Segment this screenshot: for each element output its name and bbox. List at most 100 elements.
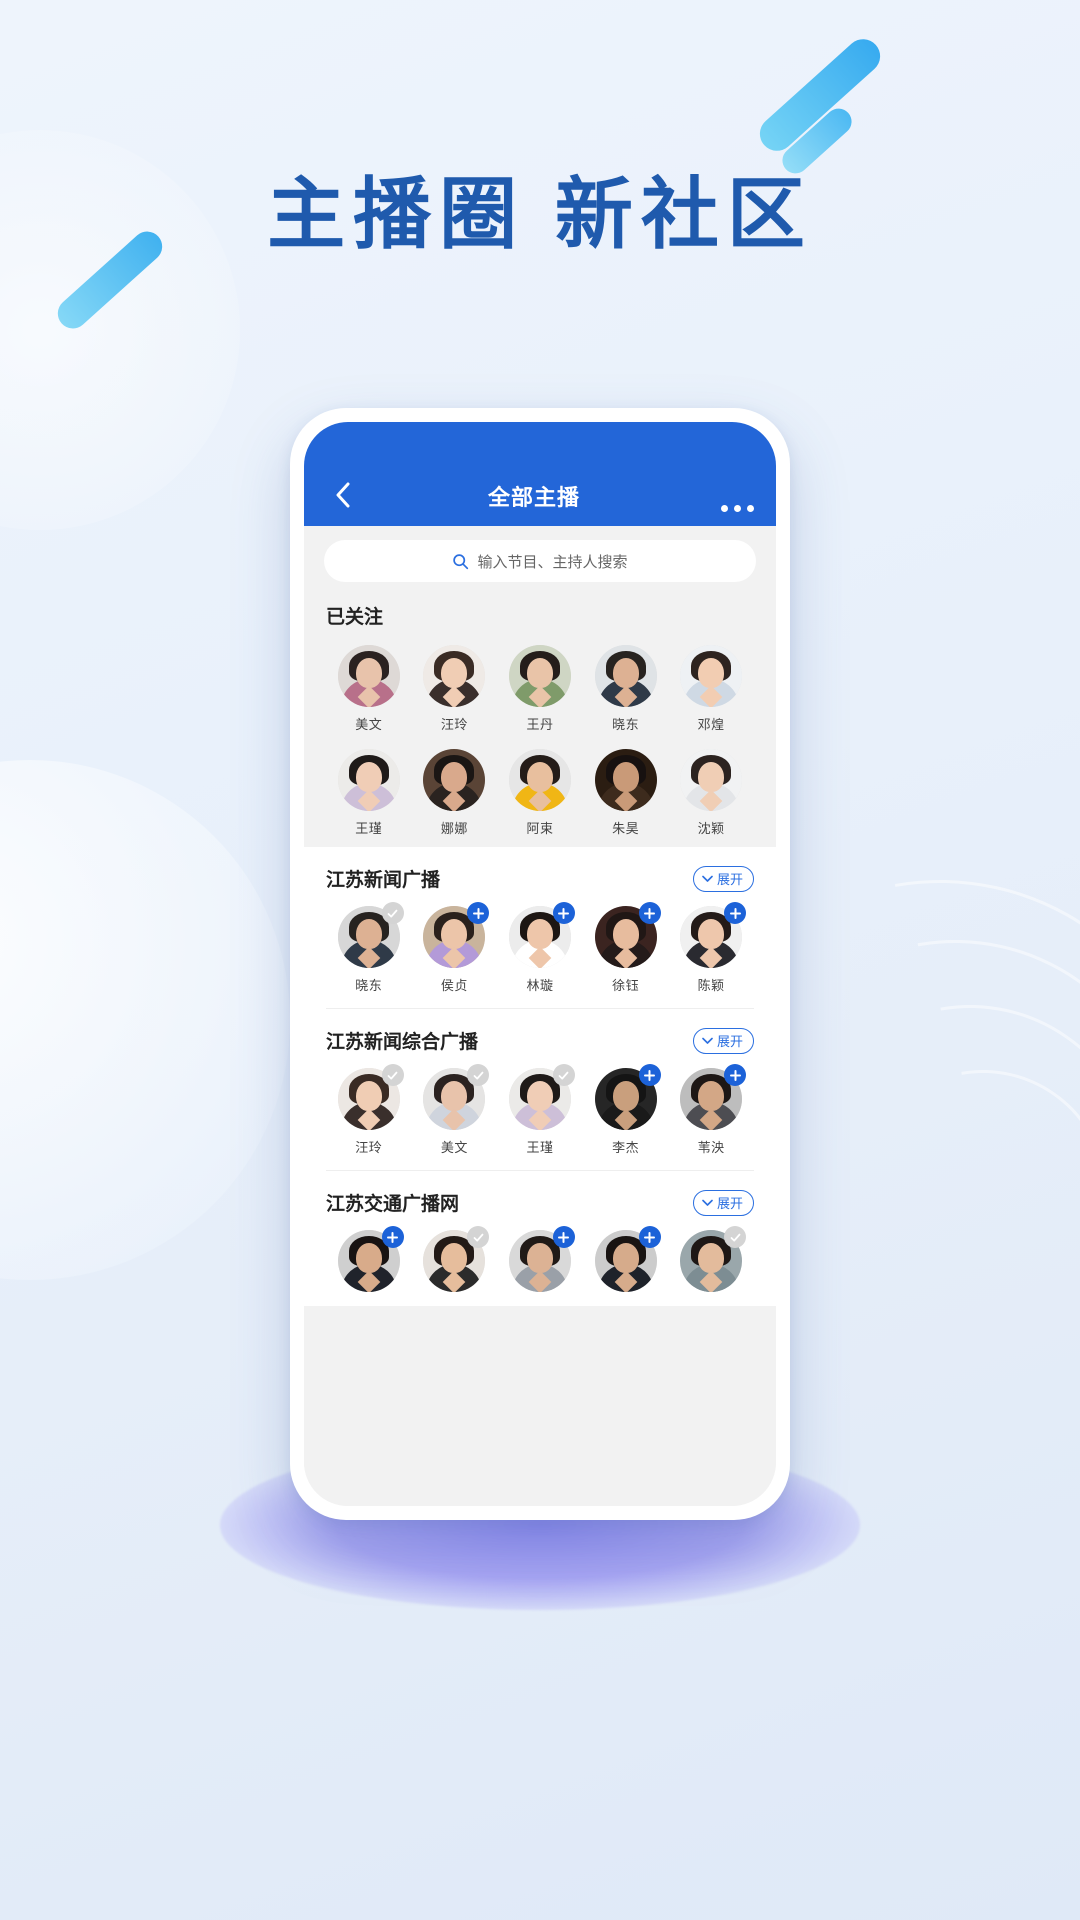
avatar-wrap	[594, 1226, 661, 1292]
person-name: 晓东	[355, 978, 383, 993]
person-name: 晓东	[612, 717, 640, 732]
person-cell[interactable]	[412, 1226, 498, 1292]
person-cell[interactable]: 阿束	[497, 749, 583, 837]
person-name: 王瑾	[355, 821, 383, 836]
plus-icon[interactable]	[467, 902, 490, 924]
station-section: 江苏交通广播网 展开	[304, 1170, 776, 1306]
screen-content: 输入节目、主持人搜索 已关注 美文 汪玲 王丹 晓东 邓煌 王瑾 娜娜 阿束 朱昊 沈颖 江苏新闻…	[304, 526, 776, 1506]
person-cell[interactable]: 陈颖	[668, 902, 754, 994]
person-cell[interactable]: 苇泱	[668, 1064, 754, 1156]
station-name: 江苏交通广播网	[326, 1194, 460, 1215]
person-cell[interactable]: 王丹	[497, 645, 583, 733]
followed-grid: 美文 汪玲 王丹 晓东 邓煌王瑾 娜娜 阿束 朱昊 沈颖	[326, 645, 754, 837]
person-name: 朱昊	[612, 821, 640, 836]
avatar	[508, 749, 571, 811]
followed-section-title: 已关注	[326, 607, 384, 628]
person-cell[interactable]: 沈颖	[668, 749, 754, 837]
plus-icon[interactable]	[638, 902, 661, 924]
check-icon[interactable]	[724, 1226, 747, 1248]
person-cell[interactable]: 王瑾	[326, 749, 412, 837]
avatar-wrap	[680, 1226, 747, 1292]
person-cell[interactable]: 李杰	[583, 1064, 669, 1156]
person-name: 侯贞	[440, 978, 468, 993]
plus-icon[interactable]	[638, 1226, 661, 1248]
person-cell[interactable]: 徐钰	[583, 902, 669, 994]
chevron-left-icon[interactable]	[326, 478, 360, 512]
person-cell[interactable]: 娜娜	[412, 749, 498, 837]
station-name: 江苏新闻综合广播	[326, 1032, 479, 1053]
expand-button[interactable]: 展开	[692, 1027, 754, 1054]
person-cell[interactable]: 晓东	[326, 902, 412, 994]
followed-section: 已关注 美文 汪玲 王丹 晓东 邓煌王瑾 娜娜 阿束 朱昊 沈颖	[304, 598, 776, 847]
plus-icon[interactable]	[381, 1226, 404, 1248]
avatar-wrap	[594, 902, 661, 968]
person-name: 美文	[355, 717, 383, 732]
person-cell[interactable]: 汪玲	[412, 645, 498, 733]
avatar-wrap	[508, 749, 571, 811]
phone-frame: 全部主播 输入节目、主持人搜索 已关注 美文 汪玲 王丹 晓东 邓煌 王瑾 娜娜…	[290, 408, 790, 1520]
person-cell[interactable]: 侯贞	[412, 902, 498, 994]
person-name: 王瑾	[526, 1140, 554, 1155]
station-header: 江苏新闻广播 展开	[326, 847, 754, 906]
avatar-wrap	[423, 749, 486, 811]
plus-icon[interactable]	[552, 902, 575, 924]
expand-button[interactable]: 展开	[692, 1189, 754, 1216]
avatar	[423, 749, 486, 811]
check-icon[interactable]	[552, 1064, 575, 1086]
avatar-wrap	[594, 1064, 661, 1130]
check-icon[interactable]	[467, 1226, 490, 1248]
person-cell[interactable]	[326, 1226, 412, 1292]
person-name: 汪玲	[355, 1140, 383, 1155]
expand-button[interactable]: 展开	[692, 865, 754, 892]
avatar-wrap	[508, 902, 575, 968]
avatar-wrap	[423, 902, 490, 968]
person-cell[interactable]	[583, 1226, 669, 1292]
person-cell[interactable]: 邓煌	[668, 645, 754, 733]
check-icon[interactable]	[381, 902, 404, 924]
person-name: 美文	[440, 1140, 468, 1155]
person-name: 王丹	[526, 717, 554, 732]
plus-icon[interactable]	[552, 1226, 575, 1248]
person-cell[interactable]: 晓东	[583, 645, 669, 733]
station-grid	[326, 1226, 754, 1306]
person-name: 沈颖	[697, 821, 725, 836]
chevron-down-icon	[702, 1199, 713, 1207]
search-input[interactable]: 输入节目、主持人搜索	[324, 540, 756, 582]
person-cell[interactable]: 朱昊	[583, 749, 669, 837]
phone-screen: 全部主播 输入节目、主持人搜索 已关注 美文 汪玲 王丹 晓东 邓煌 王瑾 娜娜…	[304, 422, 776, 1506]
avatar-wrap	[680, 749, 743, 811]
person-cell[interactable]: 林璇	[497, 902, 583, 994]
decorative-streak	[752, 32, 888, 158]
station-section: 江苏新闻综合广播 展开汪玲 美文 王瑾 李杰 苇泱	[304, 1008, 776, 1170]
avatar	[680, 749, 743, 811]
more-dots-icon[interactable]	[708, 505, 754, 512]
plus-icon[interactable]	[724, 1064, 747, 1086]
person-cell[interactable]	[668, 1226, 754, 1292]
avatar-wrap	[680, 645, 743, 707]
person-cell[interactable]: 王瑾	[497, 1064, 583, 1156]
avatar	[594, 645, 657, 707]
check-icon[interactable]	[467, 1064, 490, 1086]
station-name: 江苏新闻广播	[326, 870, 441, 891]
plus-icon[interactable]	[724, 902, 747, 924]
page-title: 全部主播	[487, 485, 580, 510]
person-cell[interactable]	[497, 1226, 583, 1292]
avatar-wrap	[337, 1064, 404, 1130]
person-cell[interactable]: 汪玲	[326, 1064, 412, 1156]
avatar-wrap	[508, 1064, 575, 1130]
station-grid: 汪玲 美文 王瑾 李杰 苇泱	[326, 1064, 754, 1170]
promo-headline: 主播圈 新社区	[267, 170, 813, 258]
avatar-wrap	[337, 749, 400, 811]
person-cell[interactable]: 美文	[412, 1064, 498, 1156]
person-name: 陈颖	[697, 978, 725, 993]
person-cell[interactable]: 美文	[326, 645, 412, 733]
person-name: 娜娜	[440, 821, 468, 836]
avatar-wrap	[594, 645, 657, 707]
check-icon[interactable]	[381, 1064, 404, 1086]
person-name: 邓煌	[697, 717, 725, 732]
avatar-wrap	[423, 1064, 490, 1130]
search-icon	[452, 553, 469, 570]
person-name: 阿束	[526, 821, 554, 836]
plus-icon[interactable]	[638, 1064, 661, 1086]
avatar	[337, 749, 400, 811]
